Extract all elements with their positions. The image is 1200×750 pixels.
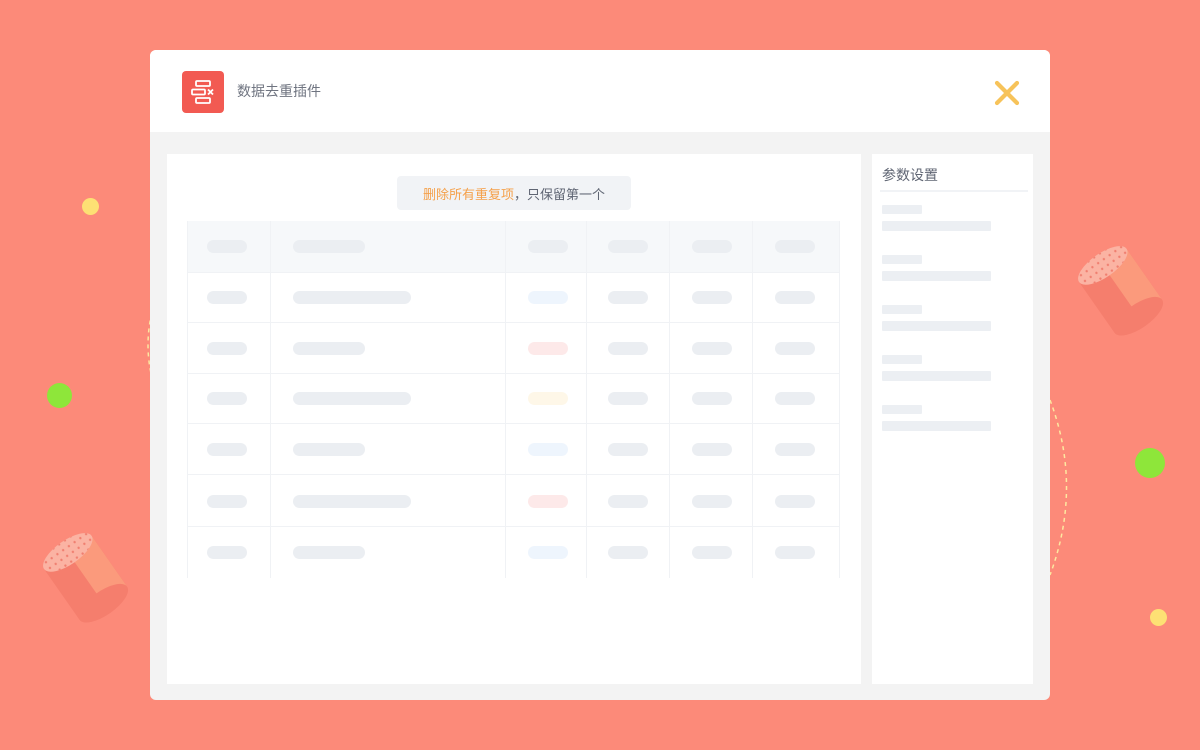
settings-panel: 参数设置 — [872, 154, 1033, 684]
cell-placeholder — [608, 342, 648, 355]
status-tag — [528, 443, 568, 456]
decor-cylinder-left — [43, 533, 129, 623]
setting-input-placeholder[interactable] — [882, 221, 991, 231]
header-cell-placeholder — [692, 240, 732, 253]
header-cell-placeholder — [207, 240, 247, 253]
close-button[interactable] — [988, 74, 1026, 112]
status-tag — [528, 495, 568, 508]
cell-placeholder — [608, 291, 648, 304]
cell-placeholder — [692, 291, 732, 304]
status-tag — [528, 392, 568, 405]
cell-placeholder — [608, 546, 648, 559]
decor-dot-yellow-right — [1150, 609, 1167, 626]
header-cell-placeholder — [608, 240, 648, 253]
setting-label-placeholder — [882, 405, 922, 414]
cell-placeholder — [775, 392, 815, 405]
cell-placeholder — [608, 443, 648, 456]
decor-dot-green-left — [47, 383, 72, 408]
decor-dot-green-right — [1135, 448, 1165, 478]
setting-label-placeholder — [882, 305, 922, 314]
table-row[interactable] — [187, 373, 840, 424]
title-bar: 数据去重插件 — [150, 50, 1050, 132]
decor-dot-yellow-left — [82, 198, 99, 215]
cell-placeholder — [775, 291, 815, 304]
setting-input-placeholder[interactable] — [882, 271, 991, 281]
column-divider — [839, 221, 840, 578]
status-tag — [528, 342, 568, 355]
cell-placeholder — [692, 392, 732, 405]
cell-placeholder — [608, 392, 648, 405]
cell-placeholder — [775, 342, 815, 355]
header-cell-placeholder — [293, 240, 365, 253]
table-row[interactable] — [187, 423, 840, 475]
table-row[interactable] — [187, 322, 840, 374]
column-divider — [669, 221, 670, 578]
cell-placeholder — [207, 495, 247, 508]
header-cell-placeholder — [528, 240, 568, 253]
setting-input-placeholder[interactable] — [882, 321, 991, 331]
cell-placeholder — [692, 342, 732, 355]
cell-placeholder — [207, 392, 247, 405]
cell-placeholder — [207, 291, 247, 304]
cell-placeholder — [207, 443, 247, 456]
data-preview-panel: 删除所有重复项 ，只保留第一个 — [167, 154, 861, 684]
cell-placeholder — [692, 546, 732, 559]
setting-input-placeholder[interactable] — [882, 371, 991, 381]
column-divider — [752, 221, 753, 578]
cell-placeholder — [775, 443, 815, 456]
plugin-window: 数据去重插件 删除所有重复项 ，只保留第一个 参数设置 — [150, 50, 1050, 700]
header-cell-placeholder — [775, 240, 815, 253]
table-row[interactable] — [187, 526, 840, 579]
cell-placeholder — [207, 546, 247, 559]
dedupe-table-icon — [182, 71, 224, 113]
cell-placeholder — [293, 443, 365, 456]
banner-rest: ，只保留第一个 — [514, 187, 606, 203]
cell-placeholder — [775, 495, 815, 508]
close-x-icon — [994, 80, 1020, 106]
cell-placeholder — [692, 495, 732, 508]
setting-label-placeholder — [882, 205, 922, 214]
settings-title: 参数设置 — [882, 168, 938, 184]
column-divider — [505, 221, 506, 578]
cell-placeholder — [293, 291, 411, 304]
cell-placeholder — [692, 443, 732, 456]
status-tag — [528, 291, 568, 304]
setting-input-placeholder[interactable] — [882, 421, 991, 431]
column-divider — [586, 221, 587, 578]
cell-placeholder — [293, 342, 365, 355]
settings-divider — [880, 190, 1028, 192]
table-header-row — [187, 221, 840, 272]
banner-highlight: 删除所有重复项 — [422, 187, 514, 203]
cell-placeholder — [207, 342, 247, 355]
cell-placeholder — [775, 546, 815, 559]
cell-placeholder — [293, 392, 411, 405]
data-table — [187, 221, 840, 578]
app-title: 数据去重插件 — [237, 84, 321, 100]
cell-placeholder — [608, 495, 648, 508]
operation-banner: 删除所有重复项 ，只保留第一个 — [397, 176, 631, 210]
cell-placeholder — [293, 546, 365, 559]
column-divider — [187, 221, 188, 578]
setting-label-placeholder — [882, 355, 922, 364]
cell-placeholder — [293, 495, 411, 508]
table-row[interactable] — [187, 474, 840, 527]
decor-cylinder-right — [1078, 246, 1164, 336]
column-divider — [270, 221, 271, 578]
status-tag — [528, 546, 568, 559]
setting-label-placeholder — [882, 255, 922, 264]
table-row[interactable] — [187, 272, 840, 323]
